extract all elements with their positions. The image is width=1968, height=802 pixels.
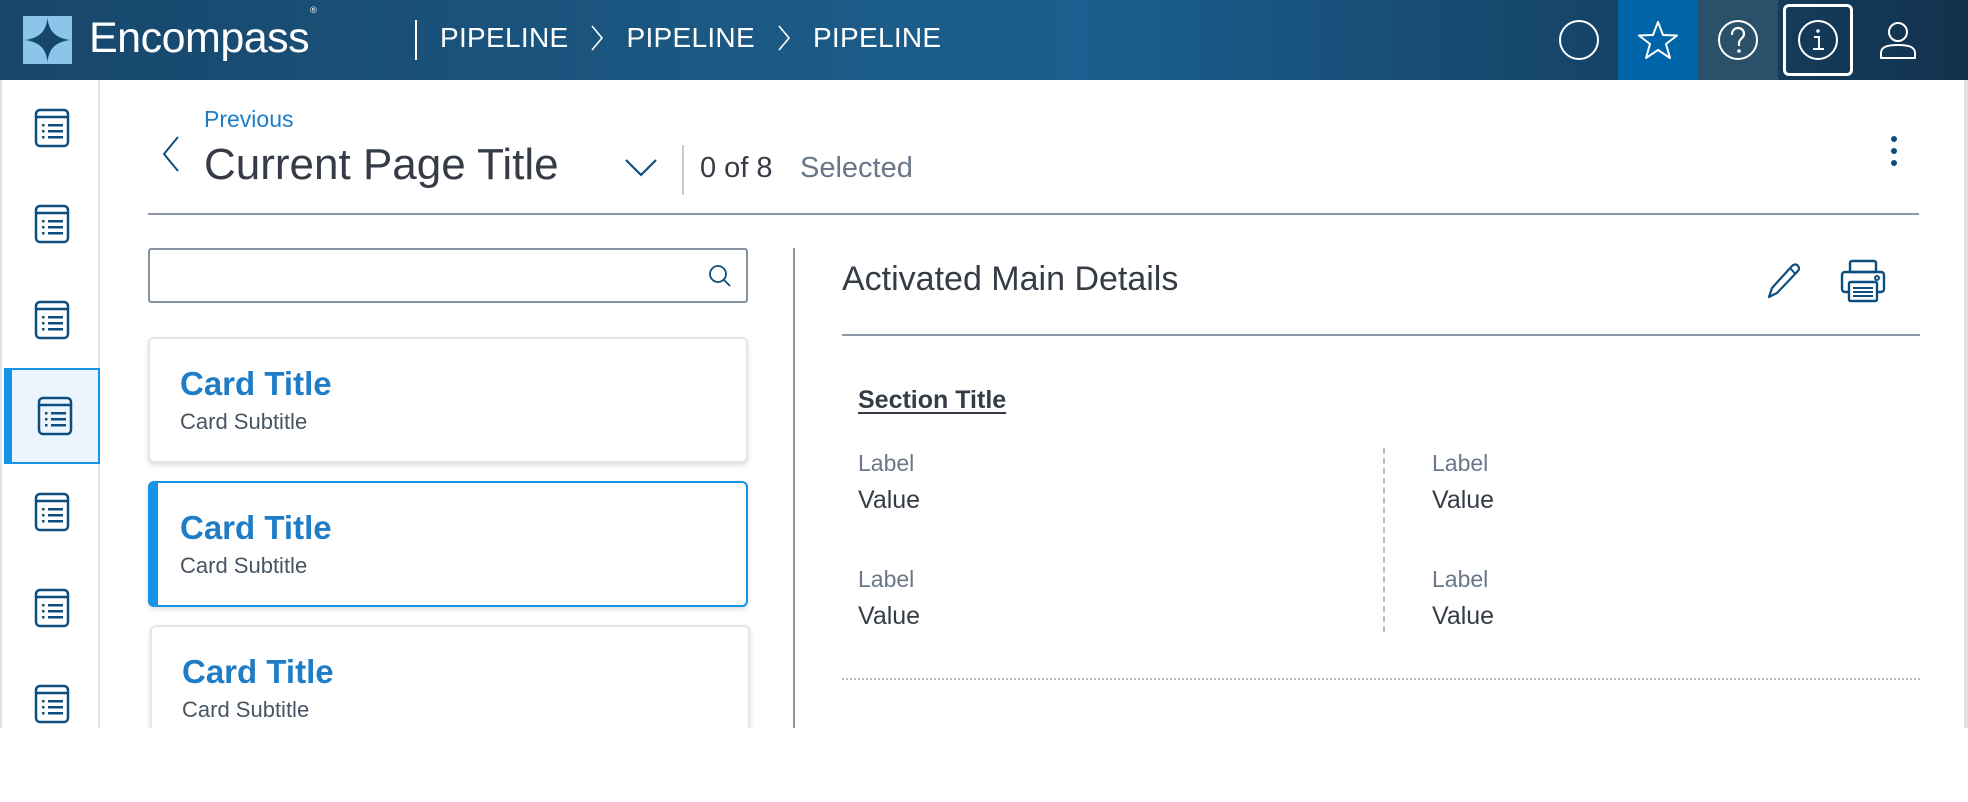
left-nav-rail xyxy=(0,80,100,728)
list-icon xyxy=(34,588,70,628)
card-subtitle: Card Subtitle xyxy=(180,409,308,434)
list-card[interactable]: Card Title Card Subtitle xyxy=(150,625,750,728)
card-subtitle: Card Subtitle xyxy=(182,697,310,722)
rail-item-3[interactable] xyxy=(4,272,100,368)
selection-label: Selected xyxy=(800,152,913,184)
detail-field: Label Value xyxy=(1432,450,1494,515)
pane-divider xyxy=(793,248,795,728)
section-divider xyxy=(842,678,1920,680)
list-card-selected[interactable]: Card Title Card Subtitle xyxy=(148,481,748,607)
list-card[interactable]: Card Title Card Subtitle xyxy=(148,337,748,463)
chevron-right-icon xyxy=(591,25,604,51)
user-profile-button[interactable] xyxy=(1858,0,1938,80)
star-icon xyxy=(1638,21,1678,59)
detail-field: Label Value xyxy=(858,566,920,631)
breadcrumb: PIPELINE PIPELINE PIPELINE xyxy=(440,22,941,54)
list-icon xyxy=(34,684,70,724)
field-value: Value xyxy=(1432,486,1495,514)
encompass-logo-icon xyxy=(23,16,72,64)
header-divider xyxy=(415,20,417,60)
favorites-button[interactable] xyxy=(1618,0,1698,80)
detail-field: Label Value xyxy=(858,450,920,515)
chevron-right-icon xyxy=(778,25,790,51)
rail-item-2[interactable] xyxy=(4,176,100,272)
user-icon xyxy=(1880,22,1916,59)
column-divider xyxy=(1383,448,1385,632)
brand-name: Encompass® xyxy=(89,5,317,63)
card-list: Card Title Card Subtitle Card Title Card… xyxy=(100,80,800,728)
card-title: Card Title xyxy=(180,365,332,402)
field-label: Label xyxy=(1432,566,1489,592)
brand-text: Encompass xyxy=(89,14,310,62)
focus-ring xyxy=(1783,4,1853,76)
top-nav-bar: Encompass® PIPELINE PIPELINE PIPELINE xyxy=(0,0,1968,80)
printer-icon[interactable] xyxy=(1840,258,1886,304)
breadcrumb-item[interactable]: PIPELINE xyxy=(813,22,941,54)
breadcrumb-item[interactable]: PIPELINE xyxy=(626,22,754,54)
help-button[interactable] xyxy=(1698,0,1778,80)
list-icon xyxy=(34,492,70,532)
field-label: Label xyxy=(858,566,915,592)
more-options-icon[interactable] xyxy=(1884,130,1904,170)
list-icon xyxy=(34,300,70,340)
field-value: Value xyxy=(1432,602,1495,630)
card-title: Card Title xyxy=(182,653,334,690)
edit-pencil-icon[interactable] xyxy=(1765,260,1801,300)
list-icon xyxy=(34,108,70,148)
section-title: Section Title xyxy=(858,386,1007,414)
rail-item-7[interactable] xyxy=(4,656,100,752)
rail-item-4-active[interactable] xyxy=(4,368,100,464)
field-value: Value xyxy=(858,602,921,630)
list-icon xyxy=(34,204,70,244)
rail-item-5[interactable] xyxy=(4,464,100,560)
help-icon xyxy=(1718,20,1758,60)
detail-divider-line xyxy=(842,334,1920,336)
field-label: Label xyxy=(1432,450,1489,476)
scrollbar-track[interactable] xyxy=(1964,80,1968,728)
detail-title: Activated Main Details xyxy=(842,260,1179,298)
rail-item-1[interactable] xyxy=(4,80,100,176)
detail-field: Label Value xyxy=(1432,566,1494,631)
field-label: Label xyxy=(858,450,915,476)
list-icon xyxy=(37,396,73,436)
circle-icon xyxy=(1559,20,1599,60)
circle-button[interactable] xyxy=(1539,0,1619,80)
card-title: Card Title xyxy=(180,509,332,546)
registered-mark: ® xyxy=(310,4,317,15)
rail-item-6[interactable] xyxy=(4,560,100,656)
breadcrumb-item[interactable]: PIPELINE xyxy=(440,22,568,54)
info-button[interactable] xyxy=(1778,0,1858,80)
field-value: Value xyxy=(858,486,921,514)
card-subtitle: Card Subtitle xyxy=(180,553,308,578)
